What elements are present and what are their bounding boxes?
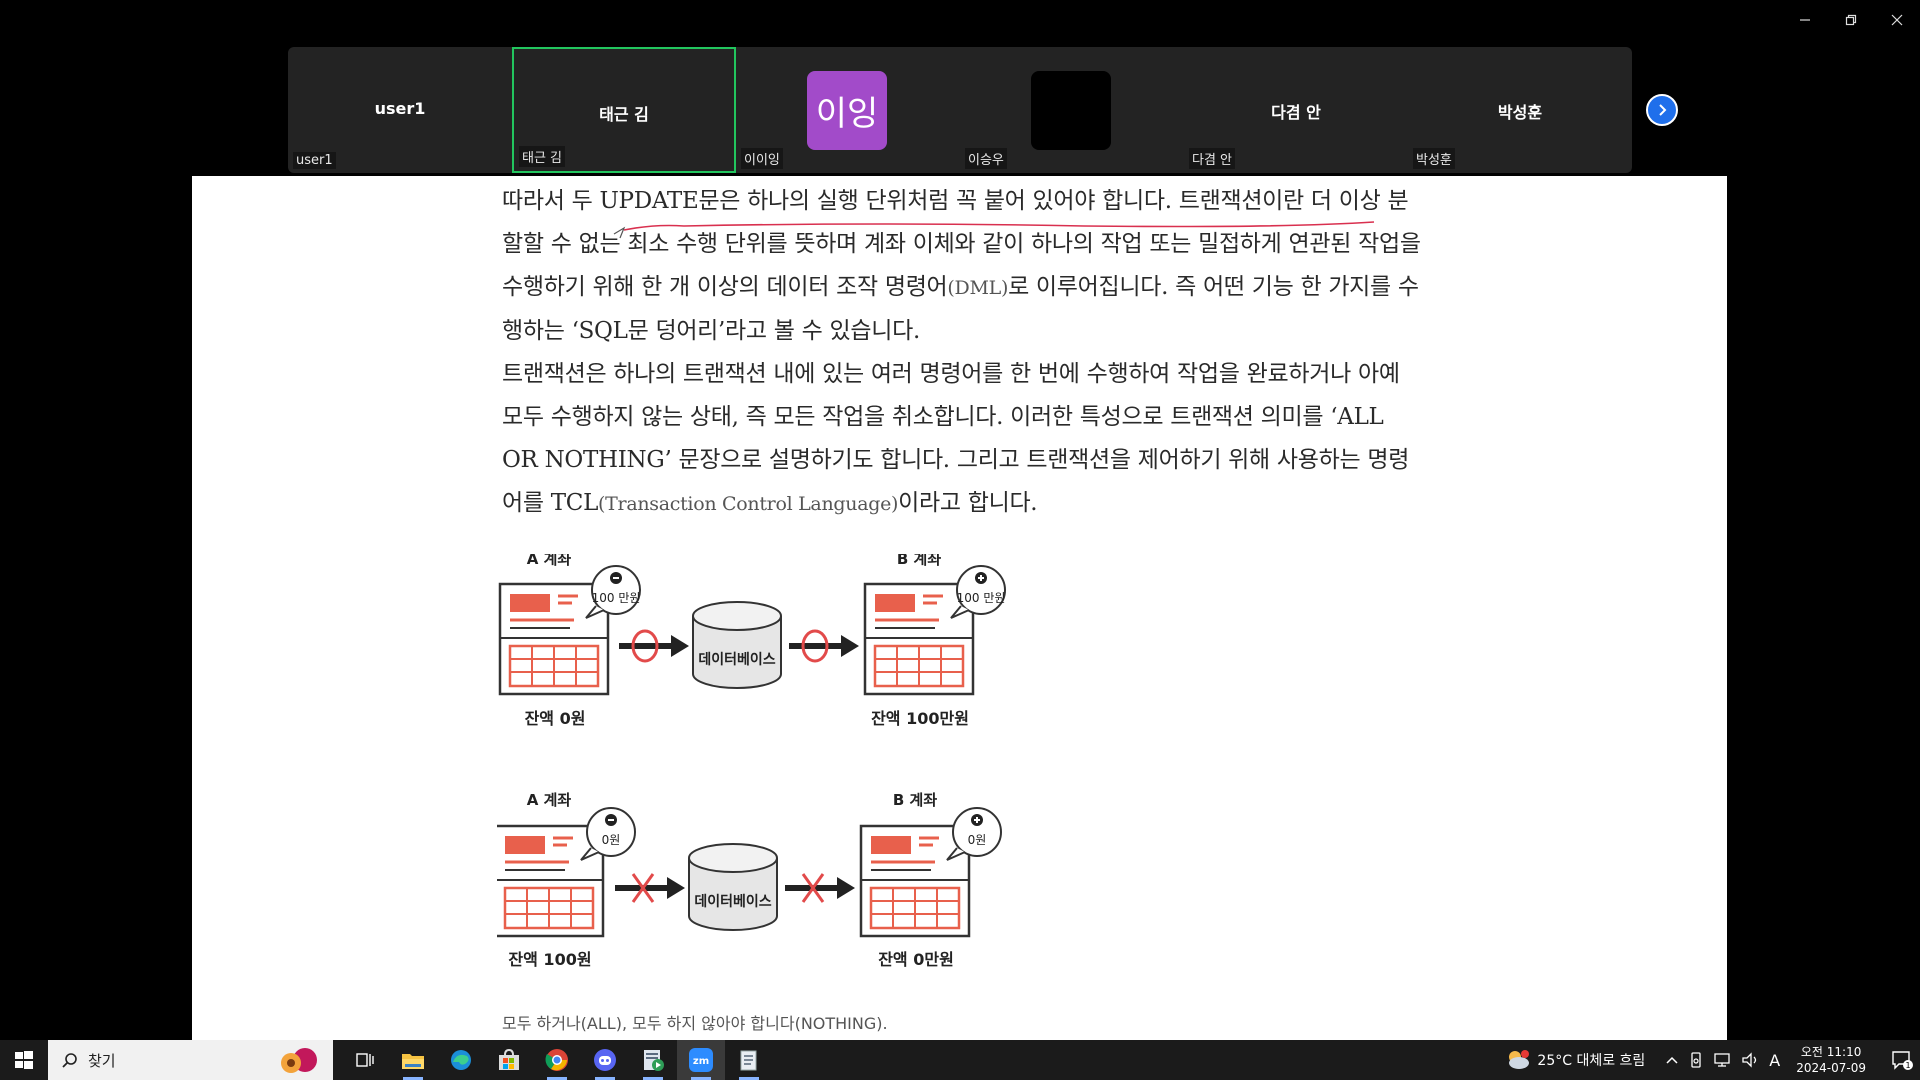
clock-time: 오전 11:10 — [1800, 1045, 1862, 1059]
participant-tile[interactable]: 다겸 안 다겸 안 — [1184, 47, 1408, 173]
taskbar-search[interactable]: 찾기 — [48, 1040, 333, 1080]
store-icon — [499, 1049, 519, 1070]
search-label: 찾기 — [88, 1051, 116, 1070]
ime-indicator[interactable]: A — [1769, 1051, 1780, 1070]
svg-text:zm: zm — [693, 1056, 709, 1067]
avatar: 이잉 — [807, 71, 887, 150]
tray-icons: A — [1665, 1051, 1780, 1070]
zoom-button[interactable]: zm — [677, 1040, 725, 1080]
transaction-diagram: A 계좌 100 만원 잔액 0원 데이터베이스 B 계좌 100 만원 잔액 … — [493, 550, 1137, 1002]
account-a-balance: 잔액 100원 — [508, 950, 591, 969]
annotation-underline — [613, 221, 1375, 239]
notification-icon: 1 — [1892, 1051, 1913, 1070]
system-tray: 25°C 대체로 흐림 A 오전 11:10 2024-07-09 1 — [1505, 1040, 1920, 1080]
discord-icon — [594, 1049, 616, 1071]
chevron-up-icon[interactable] — [1665, 1053, 1679, 1067]
window-controls — [1782, 0, 1920, 40]
task-view-button[interactable] — [341, 1040, 389, 1080]
participant-tile-active-speaker[interactable]: 태근 김 태근 김 — [512, 47, 736, 173]
participant-tile-user1[interactable]: user1 user1 — [288, 47, 512, 173]
edge-button[interactable] — [437, 1040, 485, 1080]
diagram-row-failure: A 계좌 0원 잔액 100원 데이터베이스 B 계좌 0원 잔액 0만원 — [493, 791, 1003, 969]
figure-caption: 모두 하거나(ALL), 모두 하지 않아야 합니다(NOTHING). — [502, 1014, 888, 1033]
participant-name: 태근 김 — [599, 105, 649, 124]
notepad-button[interactable] — [725, 1040, 773, 1080]
media-app-button[interactable] — [629, 1040, 677, 1080]
volume-icon[interactable] — [1741, 1052, 1759, 1068]
participant-label: 이승우 — [965, 148, 1007, 169]
account-a-title: A 계좌 — [527, 554, 572, 568]
weather-text: 25°C 대체로 흐림 — [1537, 1053, 1646, 1069]
edge-icon — [451, 1050, 471, 1070]
close-button[interactable] — [1874, 0, 1920, 40]
windows-icon — [15, 1051, 33, 1069]
account-b-bubble: 100 만원 — [957, 591, 1006, 605]
chrome-icon — [545, 1049, 568, 1071]
clock[interactable]: 오전 11:10 2024-07-09 — [1796, 1044, 1866, 1076]
weather-widget[interactable]: 25°C 대체로 흐림 — [1505, 1049, 1645, 1071]
participant-label: user1 — [293, 152, 336, 169]
account-b-bubble: 0원 — [968, 833, 987, 847]
diagram-row-success: A 계좌 100 만원 잔액 0원 데이터베이스 B 계좌 100 만원 잔액 … — [498, 550, 1007, 728]
search-highlight-icon — [281, 1048, 317, 1073]
device-icon[interactable] — [1689, 1052, 1703, 1068]
account-a-bubble: 100 만원 — [592, 591, 641, 605]
account-a-balance: 잔액 0원 — [525, 709, 586, 728]
account-a-bubble: 0원 — [602, 833, 621, 847]
taskbar: 찾기 zm 25°C 대체로 흐림 A 오전 11:10 2024-07-09 … — [0, 1040, 1920, 1080]
participant-strip: user1 user1 태근 김 태근 김 이잉 이이잉 이승우 다겸 안 다겸… — [288, 47, 1632, 173]
file-explorer-icon — [402, 1054, 424, 1069]
chrome-button[interactable] — [533, 1040, 581, 1080]
chevron-right-icon — [1659, 104, 1667, 116]
zoom-icon: zm — [689, 1048, 713, 1072]
paragraph: 따라서 두 UPDATE문은 하나의 실행 단위처럼 꼭 붙어 있어야 합니다.… — [502, 188, 1421, 344]
notification-button[interactable]: 1 — [1884, 1040, 1920, 1080]
participant-label: 태근 김 — [519, 146, 566, 167]
participant-label: 박성훈 — [1413, 148, 1455, 169]
next-page-button[interactable] — [1646, 94, 1678, 126]
participant-name: user1 — [374, 99, 426, 118]
paragraph: 트랜잭션은 하나의 트랜잭션 내에 있는 여러 명령어를 한 번에 수행하여 작… — [502, 361, 1410, 516]
participant-label: 다겸 안 — [1189, 148, 1236, 169]
discord-button[interactable] — [581, 1040, 629, 1080]
participant-tile[interactable]: 박성훈 박성훈 — [1408, 47, 1632, 173]
media-app-icon — [644, 1050, 664, 1071]
account-b-title: B 계좌 — [897, 554, 941, 568]
minimize-icon — [1800, 19, 1810, 21]
close-icon — [1891, 14, 1903, 26]
account-b-title: B 계좌 — [893, 791, 937, 809]
participant-label: 이이잉 — [741, 148, 783, 169]
weather-cloud-icon — [1509, 1050, 1530, 1069]
file-explorer-button[interactable] — [389, 1040, 437, 1080]
notification-count: 1 — [1905, 1061, 1910, 1070]
clock-date: 2024-07-09 — [1796, 1061, 1866, 1075]
restore-button[interactable] — [1828, 0, 1874, 40]
notepad-icon — [740, 1050, 757, 1071]
database-label: 데이터베이스 — [698, 651, 775, 668]
minimize-button[interactable] — [1782, 0, 1828, 40]
task-view-icon — [356, 1053, 374, 1067]
participant-name: 다겸 안 — [1271, 103, 1321, 122]
account-b-balance: 잔액 0만원 — [878, 950, 954, 969]
shared-screen: 따라서 두 UPDATE문은 하나의 실행 단위처럼 꼭 붙어 있어야 합니다.… — [192, 176, 1727, 1040]
participant-name: 박성훈 — [1497, 103, 1543, 122]
restore-icon — [1845, 14, 1857, 26]
participant-tile[interactable]: 이잉 이이잉 — [736, 47, 960, 173]
avatar — [1031, 71, 1111, 150]
account-a-title: A 계좌 — [527, 791, 572, 809]
database-label: 데이터베이스 — [694, 893, 771, 910]
account-b-balance: 잔액 100만원 — [871, 709, 969, 728]
network-icon[interactable] — [1713, 1052, 1731, 1068]
search-icon — [62, 1053, 77, 1068]
taskbar-apps: zm — [341, 1040, 773, 1080]
participant-tile[interactable]: 이승우 — [960, 47, 1184, 173]
start-button[interactable] — [0, 1040, 48, 1080]
store-button[interactable] — [485, 1040, 533, 1080]
